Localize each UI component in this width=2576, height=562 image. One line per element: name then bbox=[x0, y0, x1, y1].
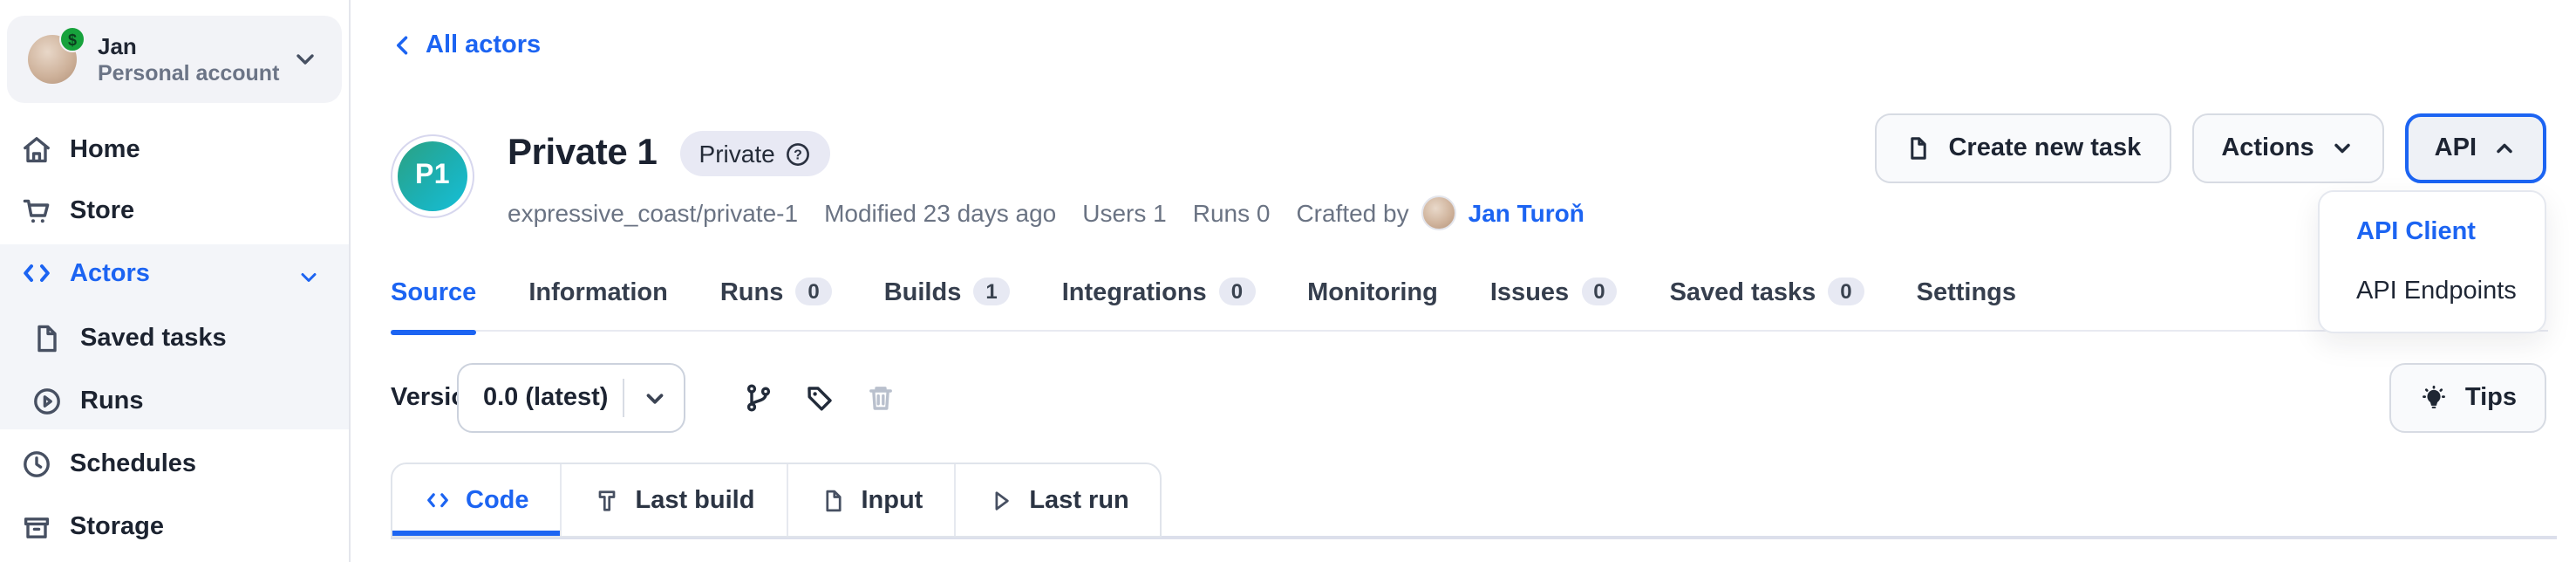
tips-label: Tips bbox=[2465, 384, 2517, 412]
breadcrumb-label: All actors bbox=[426, 31, 541, 59]
git-branch-icon[interactable] bbox=[736, 363, 781, 433]
modified-text: Modified 23 days ago bbox=[824, 199, 1056, 227]
app-window: $ Jan Personal account Home Store Actor bbox=[0, 0, 2576, 562]
crafted-by: Crafted by Jan Turoň bbox=[1296, 195, 1584, 230]
question-circle-icon: ? bbox=[786, 140, 812, 167]
billing-badge: $ bbox=[59, 26, 85, 52]
api-dropdown-menu: API Client API Endpoints bbox=[2318, 190, 2546, 333]
header-actions: Create new task Actions API bbox=[1875, 113, 2546, 183]
file-icon bbox=[819, 486, 847, 514]
version-bar: Version ? 0.0 (latest) bbox=[391, 363, 521, 433]
account-name: Jan bbox=[98, 33, 137, 59]
sidebar-item-home[interactable]: Home bbox=[0, 122, 351, 178]
menu-item-api-client[interactable]: API Client bbox=[2320, 202, 2545, 262]
actions-label: Actions bbox=[2221, 134, 2314, 162]
tips-button[interactable]: Tips bbox=[2390, 363, 2546, 433]
breadcrumb-back-link[interactable]: All actors bbox=[391, 31, 541, 59]
tab-settings[interactable]: Settings bbox=[1917, 276, 2016, 330]
create-new-task-label: Create new task bbox=[1948, 134, 2141, 162]
version-actions bbox=[736, 363, 903, 433]
chevron-down-icon bbox=[624, 385, 684, 411]
chevron-left-icon bbox=[391, 33, 415, 58]
sidebar-item-storage[interactable]: Storage bbox=[0, 499, 351, 555]
chevron-up-icon bbox=[2492, 136, 2517, 161]
subtab-input[interactable]: Input bbox=[787, 464, 956, 536]
actions-dropdown-button[interactable]: Actions bbox=[2191, 113, 2383, 183]
tab-information[interactable]: Information bbox=[528, 276, 668, 330]
sidebar-item-actors[interactable]: Actors bbox=[0, 246, 351, 302]
box-icon bbox=[19, 510, 54, 545]
tab-count-badge: 0 bbox=[795, 278, 831, 305]
svg-text:?: ? bbox=[794, 147, 803, 162]
sidebar: $ Jan Personal account Home Store Actor bbox=[0, 0, 351, 562]
cart-icon bbox=[19, 194, 54, 229]
tabs-divider bbox=[391, 330, 2548, 332]
tab-count-badge: 0 bbox=[1581, 278, 1617, 305]
api-label: API bbox=[2435, 134, 2477, 162]
actor-avatar-initials: P1 bbox=[398, 141, 467, 211]
actor-path: expressive_coast/private-1 bbox=[508, 199, 798, 227]
crafted-by-label: Crafted by bbox=[1296, 199, 1408, 227]
sidebar-item-label: Saved tasks bbox=[80, 325, 227, 353]
tab-runs[interactable]: Runs0 bbox=[720, 276, 832, 330]
sidebar-item-label: Schedules bbox=[70, 450, 196, 478]
chevron-down-icon bbox=[2330, 136, 2355, 161]
source-subtabs: Code Last build Input Last run bbox=[391, 463, 1162, 538]
hammer-icon bbox=[594, 486, 622, 514]
sidebar-item-saved-tasks[interactable]: Saved tasks bbox=[0, 311, 351, 367]
visibility-badge[interactable]: Private ? bbox=[680, 131, 831, 176]
file-icon bbox=[30, 321, 65, 356]
subtab-last-build[interactable]: Last build bbox=[562, 464, 788, 536]
chevron-down-icon bbox=[291, 45, 319, 73]
file-plus-icon bbox=[1905, 134, 1932, 162]
clock-icon bbox=[19, 447, 54, 482]
subtab-code[interactable]: Code bbox=[392, 464, 562, 536]
create-new-task-button[interactable]: Create new task bbox=[1875, 113, 2171, 183]
tab-builds[interactable]: Builds1 bbox=[884, 276, 1010, 330]
tab-count-badge: 0 bbox=[1219, 278, 1255, 305]
actor-avatar: P1 bbox=[391, 134, 474, 218]
version-select-value: 0.0 (latest) bbox=[459, 384, 623, 412]
tab-issues[interactable]: Issues0 bbox=[1490, 276, 1618, 330]
tag-icon[interactable] bbox=[797, 363, 842, 433]
chevron-down-icon bbox=[296, 265, 321, 290]
tab-count-badge: 1 bbox=[973, 278, 1009, 305]
sidebar-item-label: Actors bbox=[70, 260, 150, 288]
play-circle-icon bbox=[30, 384, 65, 419]
sidebar-item-label: Store bbox=[70, 197, 134, 225]
play-icon bbox=[987, 486, 1015, 514]
author-link[interactable]: Jan Turoň bbox=[1469, 199, 1584, 227]
subtab-last-run[interactable]: Last run bbox=[956, 464, 1160, 536]
runs-count: Runs 0 bbox=[1193, 199, 1271, 227]
visibility-badge-label: Private bbox=[699, 140, 775, 168]
tab-integrations[interactable]: Integrations0 bbox=[1062, 276, 1255, 330]
api-dropdown-button[interactable]: API bbox=[2405, 113, 2546, 183]
home-icon bbox=[19, 133, 54, 168]
sidebar-item-store[interactable]: Store bbox=[0, 183, 351, 239]
account-switcher[interactable]: $ Jan Personal account bbox=[7, 16, 342, 103]
main-content: All actors P1 Private 1 Private ? expres… bbox=[351, 0, 2576, 562]
sidebar-item-label: Home bbox=[70, 136, 140, 164]
code-icon bbox=[424, 486, 452, 514]
lightbulb-icon bbox=[2420, 383, 2450, 413]
author-avatar bbox=[1421, 195, 1456, 230]
menu-item-api-endpoints[interactable]: API Endpoints bbox=[2320, 262, 2545, 321]
sidebar-item-label: Runs bbox=[80, 387, 144, 415]
title-row: Private 1 Private ? bbox=[508, 131, 831, 176]
code-icon bbox=[19, 257, 54, 291]
account-type: Personal account bbox=[98, 61, 279, 86]
version-select[interactable]: 0.0 (latest) bbox=[457, 363, 685, 433]
sidebar-item-label: Storage bbox=[70, 513, 164, 541]
tab-count-badge: 0 bbox=[1828, 278, 1864, 305]
trash-icon bbox=[858, 363, 903, 433]
users-count: Users 1 bbox=[1082, 199, 1166, 227]
tab-monitoring[interactable]: Monitoring bbox=[1307, 276, 1438, 330]
actor-meta: expressive_coast/private-1 Modified 23 d… bbox=[508, 195, 1584, 230]
tab-saved-tasks[interactable]: Saved tasks0 bbox=[1670, 276, 1864, 330]
sidebar-item-schedules[interactable]: Schedules bbox=[0, 436, 351, 492]
actor-tabs: Source Information Runs0 Builds1 Integra… bbox=[391, 276, 2016, 330]
tab-source[interactable]: Source bbox=[391, 276, 476, 330]
page-title: Private 1 bbox=[508, 133, 658, 175]
sidebar-item-runs[interactable]: Runs bbox=[0, 374, 351, 429]
